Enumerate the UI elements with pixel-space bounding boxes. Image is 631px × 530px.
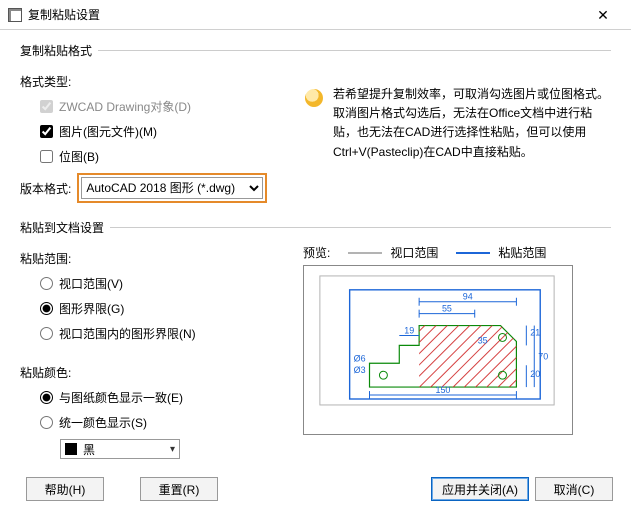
legend-paste-label: 粘贴范围: [498, 244, 546, 261]
svg-text:150: 150: [436, 385, 451, 395]
checkbox-image-label: 图片(图元文件)(M): [59, 123, 157, 140]
svg-text:20: 20: [530, 369, 540, 379]
checkbox-zwcad[interactable]: ZWCAD Drawing对象(D): [40, 98, 295, 115]
checkbox-image-input[interactable]: [40, 125, 53, 138]
close-icon[interactable]: ✕: [583, 8, 623, 22]
version-combo-highlight: AutoCAD 2018 图形 (*.dwg): [77, 173, 267, 203]
preview-box: 94 55 19 35 21 70 20 150 Ø6 Ø3: [303, 265, 573, 435]
divider: [98, 50, 611, 51]
preview-label: 预览:: [303, 244, 330, 261]
checkbox-zwcad-label: ZWCAD Drawing对象(D): [59, 98, 191, 115]
radio-color-match-label: 与图纸颜色显示一致(E): [59, 389, 183, 406]
radio-viewport-label: 视口范围(V): [59, 275, 123, 292]
app-icon: [8, 8, 22, 22]
legend-swatch-blue: [456, 252, 490, 254]
svg-text:55: 55: [442, 304, 452, 314]
radio-color-uniform-label: 统一颜色显示(S): [59, 414, 147, 431]
color-value: 黑: [83, 441, 95, 458]
preview-svg: 94 55 19 35 21 70 20 150 Ø6 Ø3: [304, 266, 572, 435]
checkbox-bitmap[interactable]: 位图(B): [40, 148, 295, 165]
radio-viewport[interactable]: 视口范围(V): [40, 275, 295, 292]
lightbulb-icon: [305, 89, 323, 107]
radio-extents[interactable]: 图形界限(G): [40, 300, 295, 317]
group2-title: 粘贴到文档设置: [20, 219, 110, 236]
svg-text:70: 70: [538, 351, 548, 361]
group1-title: 复制粘贴格式: [20, 42, 98, 59]
svg-text:35: 35: [478, 335, 488, 345]
legend-viewport-label: 视口范围: [390, 244, 438, 261]
radio-color-match-input[interactable]: [40, 391, 53, 404]
chevron-down-icon: ▾: [170, 444, 175, 455]
radio-inview-label: 视口范围内的图形界限(N): [59, 325, 196, 342]
legend-swatch-gray: [348, 252, 382, 254]
info-text: 若希望提升复制效率，可取消勾选图片或位图格式。 取消图片格式勾选后，无法在Off…: [333, 85, 611, 162]
radio-color-match[interactable]: 与图纸颜色显示一致(E): [40, 389, 295, 406]
radio-inview-input[interactable]: [40, 327, 53, 340]
paste-range-label: 粘贴范围:: [20, 250, 295, 267]
checkbox-image[interactable]: 图片(图元文件)(M): [40, 123, 295, 140]
svg-text:21: 21: [530, 327, 540, 337]
radio-color-uniform-input[interactable]: [40, 416, 53, 429]
radio-color-uniform[interactable]: 统一颜色显示(S): [40, 414, 295, 431]
radio-viewport-input[interactable]: [40, 277, 53, 290]
window-title: 复制粘贴设置: [28, 6, 583, 23]
format-type-label: 格式类型:: [20, 73, 295, 90]
radio-extents-label: 图形界限(G): [59, 300, 124, 317]
apply-close-button[interactable]: 应用并关闭(A): [431, 477, 529, 501]
color-swatch-icon: [65, 443, 77, 455]
svg-text:94: 94: [463, 292, 473, 302]
version-label: 版本格式:: [20, 180, 71, 197]
svg-text:Ø3: Ø3: [354, 365, 366, 375]
info-line2: 取消图片格式勾选后，无法在Office文档中进行粘贴，也无法在CAD进行选择性粘…: [333, 104, 611, 162]
cancel-button[interactable]: 取消(C): [535, 477, 613, 501]
svg-text:19: 19: [404, 325, 414, 335]
checkbox-zwcad-input: [40, 100, 53, 113]
version-select[interactable]: AutoCAD 2018 图形 (*.dwg): [81, 177, 263, 199]
color-select[interactable]: 黑 ▾: [60, 439, 180, 459]
legend-viewport: 视口范围: [348, 244, 438, 261]
help-button[interactable]: 帮助(H): [26, 477, 104, 501]
svg-text:Ø6: Ø6: [354, 353, 366, 363]
divider: [110, 227, 611, 228]
checkbox-bitmap-label: 位图(B): [59, 148, 99, 165]
legend-paste: 粘贴范围: [456, 244, 546, 261]
checkbox-bitmap-input[interactable]: [40, 150, 53, 163]
paste-color-label: 粘贴颜色:: [20, 364, 295, 381]
info-line1: 若希望提升复制效率，可取消勾选图片或位图格式。: [333, 85, 611, 104]
reset-button[interactable]: 重置(R): [140, 477, 218, 501]
radio-inview[interactable]: 视口范围内的图形界限(N): [40, 325, 295, 342]
radio-extents-input[interactable]: [40, 302, 53, 315]
